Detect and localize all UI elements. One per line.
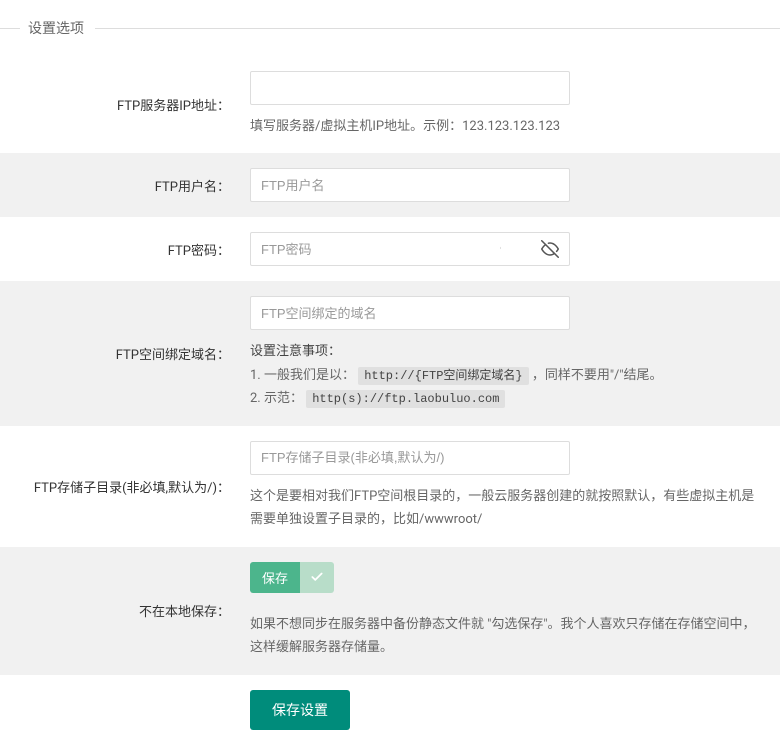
code-domain-template: http://{FTP空间绑定域名} [358, 367, 528, 385]
settings-form: 设置选项 FTP服务器IP地址： 填写服务器/虚拟主机IP地址。示例：123.1… [0, 0, 780, 744]
ftp-user-input[interactable] [250, 168, 570, 202]
save-toggle[interactable]: 保存 [250, 562, 334, 593]
row-ftp-domain: FTP空间绑定域名： 设置注意事项： 1. 一般我们是以： http://{FT… [0, 281, 780, 426]
row-local-save: 不在本地保存： 保存 如果不想同步在服务器中备份静态文件就 "勾选保存"。我个人… [0, 547, 780, 675]
ftp-subdir-input[interactable] [250, 441, 570, 475]
password-wrapper [250, 232, 570, 266]
help-ftp-subdir: 这个是要相对我们FTP空间根目录的，一般云服务器创建的就按照默认，有些虚拟主机是… [250, 485, 760, 532]
help-local-save: 如果不想同步在服务器中备份静态文件就 "勾选保存"。我个人喜欢只存储在存储空间中… [250, 613, 760, 660]
save-settings-button[interactable]: 保存设置 [250, 690, 350, 730]
label-ftp-user: FTP用户名： [0, 153, 240, 217]
eye-toggle-icon[interactable] [540, 239, 560, 259]
save-toggle-label: 保存 [250, 562, 300, 593]
notes-title: 设置注意事项： [250, 340, 760, 363]
row-ftp-ip: FTP服务器IP地址： 填写服务器/虚拟主机IP地址。示例：123.123.12… [0, 56, 780, 153]
row-ftp-password: FTP密码： [0, 217, 780, 281]
ftp-ip-input[interactable] [250, 71, 570, 105]
label-ftp-password: FTP密码： [0, 217, 240, 281]
fieldset-title: 设置选项 [0, 0, 780, 56]
ftp-domain-input[interactable] [250, 296, 570, 330]
label-ftp-ip: FTP服务器IP地址： [0, 56, 240, 153]
ftp-password-input[interactable] [250, 232, 570, 266]
row-ftp-subdir: FTP存储子目录(非必填,默认为/)： 这个是要相对我们FTP空间根目录的，一般… [0, 426, 780, 547]
help-ftp-domain: 设置注意事项： 1. 一般我们是以： http://{FTP空间绑定域名} ，同… [250, 340, 760, 411]
row-submit: 保存设置 [0, 675, 780, 744]
code-domain-example: http(s)://ftp.laobuluo.com [306, 390, 505, 408]
label-local-save: 不在本地保存： [0, 547, 240, 675]
label-ftp-domain: FTP空间绑定域名： [0, 281, 240, 426]
check-icon [300, 562, 334, 593]
label-ftp-subdir: FTP存储子目录(非必填,默认为/)： [0, 426, 240, 547]
row-ftp-user: FTP用户名： [0, 153, 780, 217]
note-line-1: 1. 一般我们是以： http://{FTP空间绑定域名} ，同样不要用"/"结… [250, 364, 760, 388]
help-ftp-ip: 填写服务器/虚拟主机IP地址。示例：123.123.123.123 [250, 115, 760, 138]
note-line-2: 2. 示范： http(s)://ftp.laobuluo.com [250, 387, 760, 411]
